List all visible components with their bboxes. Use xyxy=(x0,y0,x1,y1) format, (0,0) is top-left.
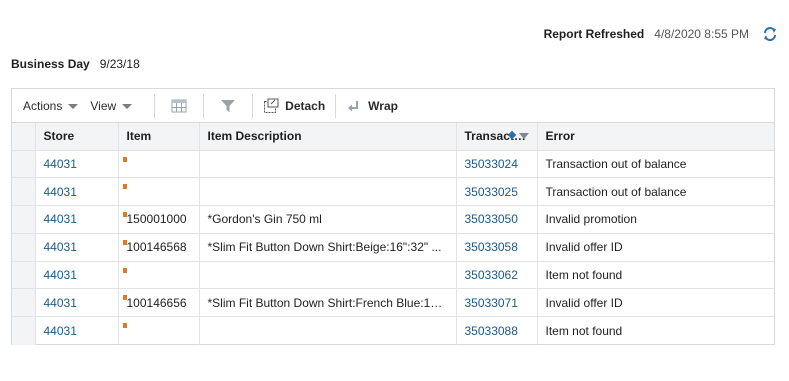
transaction-link[interactable]: 35033062 xyxy=(456,261,538,290)
table-row[interactable]: 44031 35033062 Item not found xyxy=(12,261,774,290)
store-link[interactable]: 44031 xyxy=(35,261,119,290)
item-cell xyxy=(118,177,200,207)
flag-icon xyxy=(122,156,127,162)
row-header[interactable] xyxy=(12,316,36,345)
item-cell: 150001000 xyxy=(118,205,200,234)
toolbar-divider xyxy=(154,93,156,118)
sort-descending-icon[interactable] xyxy=(518,133,529,139)
store-link[interactable]: 44031 xyxy=(35,233,119,262)
item-description-cell xyxy=(199,316,457,345)
item-description-cell: *Slim Fit Button Down Shirt:French Blue:… xyxy=(199,288,457,318)
item-description-cell xyxy=(199,177,457,207)
column-header-item-description[interactable]: Item Description xyxy=(199,123,457,151)
item-cell: 100146568 xyxy=(118,233,200,262)
filter-button[interactable] xyxy=(218,96,238,116)
toolbar-divider xyxy=(203,93,205,118)
view-menu-label: View xyxy=(90,98,117,113)
report-refresh-bar: Report Refreshed 4/8/2020 8:55 PM xyxy=(544,25,779,43)
toolbar-divider xyxy=(335,93,337,118)
item-cell xyxy=(118,150,200,179)
transaction-link[interactable]: 35033025 xyxy=(456,177,538,207)
business-day: Business Day 9/23/18 xyxy=(11,56,140,72)
transaction-link[interactable]: 35033058 xyxy=(456,233,538,262)
refresh-icon[interactable] xyxy=(761,25,779,43)
error-cell: Item not found xyxy=(545,323,623,338)
column-header-item[interactable]: Item xyxy=(118,123,200,151)
detach-icon xyxy=(264,98,279,113)
freeze-columns-button[interactable] xyxy=(169,96,189,116)
table-row[interactable]: 44031 100146568 *Slim Fit Button Down Sh… xyxy=(12,233,774,262)
flag-icon xyxy=(122,323,127,329)
error-cell: Transaction out of balance xyxy=(537,177,774,207)
view-menu[interactable]: View xyxy=(90,98,133,113)
transaction-link[interactable]: 35033050 xyxy=(456,205,538,234)
error-cell: Transaction out of balance xyxy=(537,150,774,179)
store-link[interactable]: 44031 xyxy=(35,288,119,318)
results-table: Store Item Item Description Transaction … xyxy=(12,123,774,345)
row-header[interactable] xyxy=(12,261,36,290)
wrap-label: Wrap xyxy=(368,98,398,113)
table-row[interactable]: 44031 35033025 Transaction out of balanc… xyxy=(12,177,774,207)
item-description-cell: *Gordon's Gin 750 ml xyxy=(199,205,457,234)
column-header-transaction[interactable]: Transaction xyxy=(456,123,538,151)
error-cell: Invalid promotion xyxy=(537,205,774,234)
row-header[interactable] xyxy=(12,205,36,234)
detach-button[interactable]: Detach xyxy=(263,98,325,114)
table-row[interactable]: 44031 35033024 Transaction out of balanc… xyxy=(12,150,774,179)
wrap-button[interactable]: Wrap xyxy=(346,98,398,114)
item-description-cell xyxy=(199,150,457,179)
flag-icon xyxy=(122,295,127,301)
business-day-value: 9/23/18 xyxy=(99,57,140,71)
column-header-error[interactable]: Error xyxy=(537,123,774,151)
table-toolbar: Actions View Detach Wrap xyxy=(12,89,774,123)
store-link[interactable]: 44031 xyxy=(35,150,119,179)
column-header-store[interactable]: Store xyxy=(35,123,119,151)
results-panel: Actions View Detach Wrap Store Item Item… xyxy=(11,88,775,345)
transaction-link[interactable]: 35033071 xyxy=(456,288,538,318)
transaction-link[interactable]: 35033024 xyxy=(456,150,538,179)
store-link[interactable]: 44031 xyxy=(35,205,119,234)
table-header-row: Store Item Item Description Transaction … xyxy=(12,123,774,151)
detach-label: Detach xyxy=(285,98,326,113)
item-description-cell xyxy=(199,261,457,290)
row-header-corner xyxy=(12,123,36,151)
transaction-link[interactable]: 35033088 xyxy=(456,316,538,345)
toolbar-divider xyxy=(252,93,254,118)
item-cell: 100146656 xyxy=(118,288,200,318)
error-cell: Invalid offer ID xyxy=(537,288,774,318)
error-cell: Item not found xyxy=(537,261,774,290)
item-cell xyxy=(118,261,200,290)
row-header[interactable] xyxy=(12,177,36,207)
report-refreshed-timestamp: 4/8/2020 8:55 PM xyxy=(654,27,749,41)
item-cell xyxy=(118,316,200,345)
flag-icon xyxy=(122,239,127,245)
store-link[interactable]: 44031 xyxy=(35,316,119,345)
flag-icon xyxy=(122,212,127,218)
filter-icon xyxy=(221,99,236,112)
table-row[interactable]: 44031 35033088 Item not found xyxy=(12,316,774,345)
actions-menu-label: Actions xyxy=(23,98,63,113)
row-header[interactable] xyxy=(12,233,36,262)
item-description-cell: *Slim Fit Button Down Shirt:Beige:16":32… xyxy=(199,233,457,262)
business-day-label: Business Day xyxy=(11,57,90,71)
flag-icon xyxy=(122,267,127,273)
actions-menu[interactable]: Actions xyxy=(23,98,79,113)
flag-icon xyxy=(122,184,127,190)
row-header[interactable] xyxy=(12,288,36,318)
chevron-down-icon xyxy=(68,104,79,109)
table-row[interactable]: 44031 150001000 *Gordon's Gin 750 ml 350… xyxy=(12,205,774,234)
chevron-down-icon xyxy=(122,104,133,109)
report-refreshed-label: Report Refreshed xyxy=(543,27,645,41)
store-link[interactable]: 44031 xyxy=(35,177,119,207)
row-header[interactable] xyxy=(12,150,36,179)
wrap-icon xyxy=(348,100,359,111)
table-row[interactable]: 44031 100146656 *Slim Fit Button Down Sh… xyxy=(12,288,774,318)
error-cell: Invalid offer ID xyxy=(537,233,774,262)
freeze-columns-icon xyxy=(171,99,187,112)
